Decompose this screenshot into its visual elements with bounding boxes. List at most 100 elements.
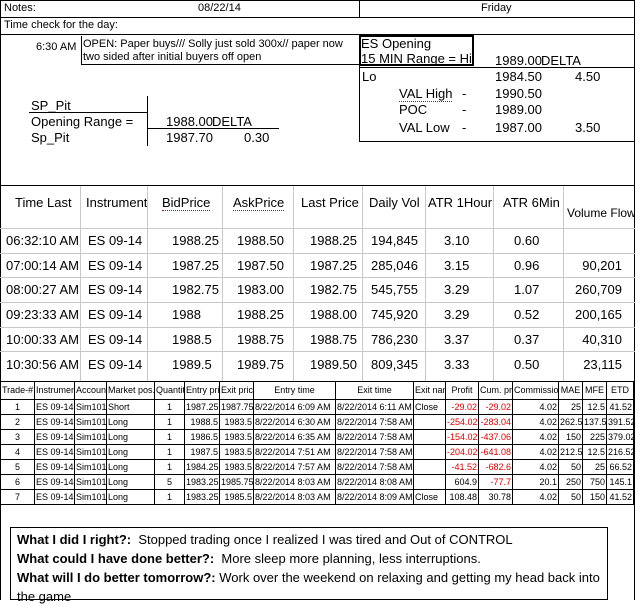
quote-time: 08:00:27 AM — [6, 282, 79, 297]
poc-value: 1989.00 — [495, 102, 542, 117]
poc-dash: - — [462, 102, 467, 117]
col-bidprice: BidPrice — [162, 195, 211, 211]
trade-quantity: 1 — [154, 444, 185, 460]
quote-bid: 1982.75 — [172, 282, 219, 297]
trade-mae: 25 — [558, 399, 583, 415]
poc-label: POC — [399, 102, 428, 117]
trade-exit-name — [413, 414, 446, 430]
col-mae: MAE — [558, 381, 583, 400]
quote-atr-1h: 3.37 — [444, 332, 470, 347]
review-line-2: What could I have done better?: More sle… — [17, 549, 601, 568]
quote-atr-6m: 0.37 — [514, 332, 540, 347]
quote-last: 1987.25 — [310, 258, 357, 273]
quote-volume-flow: 260,709 — [575, 282, 622, 297]
review-a2: More sleep more planning, less interrupt… — [221, 551, 481, 566]
quote-ask: 1988.75 — [237, 332, 284, 347]
trade-etd: 41.52 — [606, 399, 634, 415]
trade-profit: 108.48 — [445, 489, 479, 505]
trade-quantity: 1 — [154, 399, 185, 415]
trade-num: 7 — [0, 489, 35, 505]
trade-exit-name: Close — [413, 399, 446, 415]
notes-label: Notes: — [4, 2, 36, 14]
quote-bid: 1989.5 — [172, 357, 212, 372]
val-low-label: VAL Low — [399, 120, 450, 135]
trade-cum-profit: -641.08 — [478, 444, 513, 460]
quote-instrument: ES 09-14 — [88, 332, 143, 347]
quote-atr-6m: 0.60 — [514, 233, 540, 248]
quote-atr-1h: 3.33 — [444, 357, 470, 372]
col-exit-name: Exit name — [413, 381, 446, 400]
col-last-price: Last Price — [301, 195, 359, 210]
trade-cum-profit: -682.6 — [478, 459, 513, 475]
col-volume-flow: Volume Flow — [567, 206, 635, 220]
quote-instrument: ES 09-14 — [88, 357, 143, 372]
quote-volume-flow: 200,165 — [575, 307, 622, 322]
quote-row: 08:00:27 AM ES 09-14 1982.75 1983.00 198… — [0, 278, 635, 302]
quote-atr-6m: 0.50 — [514, 357, 540, 372]
trade-mfe: 750 — [582, 474, 607, 490]
trade-exit-name: Close — [413, 489, 446, 505]
trade-entry-price: 1987.5 — [184, 444, 220, 460]
trade-entry-time: 8/22/2014 7:57 AM — [253, 459, 336, 475]
trade-num: 2 — [0, 414, 35, 430]
col-askprice: AskPrice — [233, 195, 285, 211]
col-daily-vol: Daily Vol — [369, 195, 420, 210]
weekday-cell: Friday — [481, 2, 512, 14]
col-commission: Commission — [512, 381, 559, 400]
trade-mae: 212.5 — [558, 444, 583, 460]
trade-market-pos: Short — [106, 399, 155, 415]
trade-market-pos: Long — [106, 429, 155, 445]
quote-atr-1h: 3.29 — [444, 282, 470, 297]
quote-time: 06:32:10 AM — [6, 233, 79, 248]
open-note-line2: two sided after initial buyers off open — [83, 51, 262, 63]
trade-entry-price: 1983.25 — [184, 489, 220, 505]
trade-instrument: ES 09-14 — [34, 414, 75, 430]
trade-cum-profit: 30.78 — [478, 489, 513, 505]
trade-commission: 4.02 — [512, 444, 559, 460]
sp-range-value: 1988.00 — [166, 114, 213, 129]
col-atr-6min: ATR 6Min — [503, 195, 560, 210]
es-lo-value: 1984.50 — [495, 69, 542, 84]
open-note-time: 6:30 AM — [36, 41, 77, 53]
quote-row: 07:00:14 AM ES 09-14 1987.25 1987.50 198… — [0, 254, 635, 278]
col-cum-profit: Cum. profit — [478, 381, 513, 400]
quote-daily-vol: 809,345 — [371, 357, 418, 372]
trade-cum-profit: -77.7 — [478, 474, 513, 490]
es-range-label: 15 MIN Range = Hi — [361, 51, 472, 66]
quote-time: 09:23:33 AM — [6, 307, 79, 322]
quote-instrument: ES 09-14 — [88, 282, 143, 297]
trade-profit: -29.02 — [445, 399, 479, 415]
trade-entry-time: 8/22/2014 8:03 AM — [253, 489, 336, 505]
trade-etd: 391.52 — [606, 414, 634, 430]
quote-atr-6m: 0.96 — [514, 258, 540, 273]
trade-mae: 50 — [558, 459, 583, 475]
trade-mae: 250 — [558, 474, 583, 490]
trade-exit-price: 1985.5 — [219, 489, 254, 505]
trade-exit-price: 1985.75 — [219, 474, 254, 490]
trade-exit-time: 8/22/2014 8:09 AM — [335, 489, 414, 505]
trade-entry-time: 8/22/2014 8:03 AM — [253, 474, 336, 490]
es-lo-delta: 4.50 — [575, 69, 601, 84]
trade-entry-price: 1983.25 — [184, 474, 220, 490]
trade-row: 6 ES 09-14 Sim101 Long 5 1983.25 1985.75 8/22/2… — [0, 474, 634, 490]
trade-instrument: ES 09-14 — [34, 459, 75, 475]
trade-commission: 4.02 — [512, 399, 559, 415]
trade-profit: -41.52 — [445, 459, 479, 475]
trade-entry-time: 8/22/2014 7:51 AM — [253, 444, 336, 460]
quote-last: 1982.75 — [310, 282, 357, 297]
trade-account: Sim101 — [74, 474, 107, 490]
trade-commission: 4.02 — [512, 459, 559, 475]
col-trade-num: Trade-# — [0, 381, 35, 400]
trade-profit: 604.9 — [445, 474, 479, 490]
trade-account: Sim101 — [74, 414, 107, 430]
col-atr-1hour: ATR 1Hour — [428, 195, 493, 210]
quote-ask: 1983.00 — [237, 282, 284, 297]
trade-account: Sim101 — [74, 489, 107, 505]
quote-header-row: Time Last Instrument BidPrice AskPrice L… — [0, 191, 635, 227]
col-exit-price: Exit price — [219, 381, 254, 400]
quote-daily-vol: 285,046 — [371, 258, 418, 273]
trade-mfe: 25 — [582, 459, 607, 475]
col-instrument: Instrument — [86, 195, 148, 210]
es-hi-unit: DELTA — [541, 53, 581, 68]
quote-last: 1988.00 — [310, 307, 357, 322]
